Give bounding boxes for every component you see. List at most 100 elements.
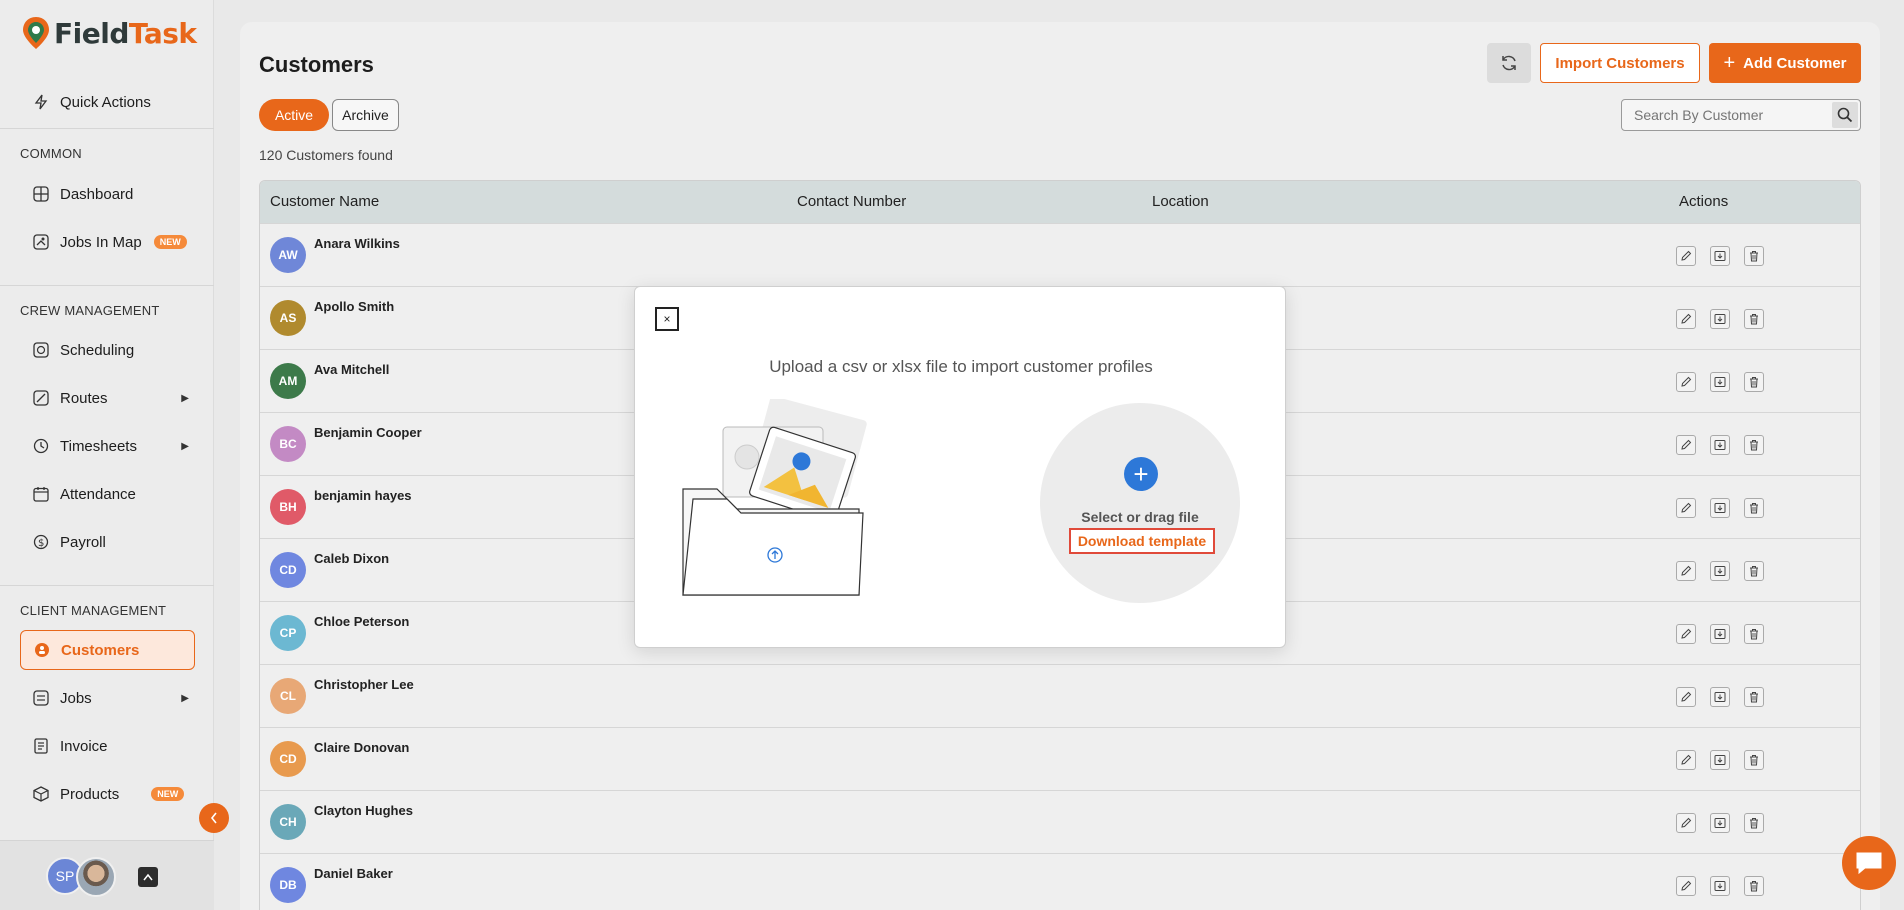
customer-name[interactable]: Clayton Hughes [314,803,413,818]
table-row[interactable]: DB Daniel Baker [260,853,1860,910]
delete-icon[interactable] [1744,246,1764,266]
chevron-up-icon[interactable] [138,867,158,887]
add-customer-button[interactable]: + Add Customer [1709,43,1861,83]
customer-name[interactable]: Daniel Baker [314,866,393,881]
table-row[interactable]: AW Anara Wilkins [260,223,1860,286]
edit-icon[interactable] [1676,372,1696,392]
page-title: Customers [259,52,374,77]
edit-icon[interactable] [1676,876,1696,896]
archive-icon[interactable] [1710,687,1730,707]
edit-icon[interactable] [1676,624,1696,644]
file-drop-zone[interactable]: + Select or drag file Download template [1040,403,1240,603]
user-photo[interactable] [76,857,116,897]
customer-name[interactable]: Claire Donovan [314,740,409,755]
chevron-left-icon [210,812,217,824]
tab-archive[interactable]: Archive [332,99,399,131]
search-input[interactable] [1622,107,1822,123]
customer-name[interactable]: Ava Mitchell [314,362,389,377]
edit-icon[interactable] [1676,687,1696,707]
customer-icon [33,641,51,659]
download-template-link[interactable]: Download template [1069,528,1215,554]
sidebar-item-products[interactable]: Products NEW [20,774,195,814]
refresh-icon [1502,55,1516,71]
table-row[interactable]: CH Clayton Hughes [260,790,1860,853]
sidebar-item-label: Products [60,785,120,803]
quick-actions[interactable]: Quick Actions [20,82,195,122]
table-row[interactable]: CL Christopher Lee [260,664,1860,727]
avatar: AS [270,300,306,336]
sidebar-item-label: Dashboard [60,185,134,203]
delete-icon[interactable] [1744,372,1764,392]
delete-icon[interactable] [1744,561,1764,581]
row-actions [1676,372,1764,392]
column-header: Actions [1679,193,1729,210]
edit-icon[interactable] [1676,435,1696,455]
delete-icon[interactable] [1744,498,1764,518]
delete-icon[interactable] [1744,750,1764,770]
payroll-icon: $ [32,533,50,551]
archive-icon[interactable] [1710,435,1730,455]
svg-text:$: $ [38,538,44,549]
edit-icon[interactable] [1676,750,1696,770]
archive-icon[interactable] [1710,624,1730,644]
search-button[interactable] [1832,102,1858,128]
row-actions [1676,561,1764,581]
collapse-sidebar-button[interactable] [199,803,229,833]
table-row[interactable]: CD Claire Donovan [260,727,1860,790]
sidebar-item-invoice[interactable]: Invoice [20,726,195,766]
customer-name[interactable]: benjamin hayes [314,488,412,503]
refresh-button[interactable] [1487,43,1531,83]
tab-active[interactable]: Active [259,99,329,131]
add-file-icon[interactable]: + [1124,457,1158,491]
archive-icon[interactable] [1710,498,1730,518]
archive-icon[interactable] [1710,246,1730,266]
sidebar-item-attendance[interactable]: Attendance [20,474,195,514]
edit-icon[interactable] [1676,309,1696,329]
archive-icon[interactable] [1710,309,1730,329]
delete-icon[interactable] [1744,435,1764,455]
lightning-icon [32,93,50,111]
row-actions [1676,813,1764,833]
avatar: CD [270,741,306,777]
archive-icon[interactable] [1710,561,1730,581]
customer-name[interactable]: Anara Wilkins [314,236,400,251]
customer-name[interactable]: Christopher Lee [314,677,414,692]
sidebar-item-timesheets[interactable]: Timesheets ▶ [20,426,195,466]
sidebar-item-dashboard[interactable]: Dashboard [20,174,195,214]
section-common: COMMON [20,146,82,161]
column-header: Location [1152,193,1209,210]
customer-name[interactable]: Chloe Peterson [314,614,409,629]
edit-icon[interactable] [1676,246,1696,266]
search-icon [1837,107,1853,123]
delete-icon[interactable] [1744,624,1764,644]
delete-icon[interactable] [1744,813,1764,833]
logo-pin-icon [22,16,50,50]
avatar: BH [270,489,306,525]
import-customers-button[interactable]: Import Customers [1540,43,1700,83]
sidebar-item-jobs[interactable]: Jobs ▶ [20,678,195,718]
archive-icon[interactable] [1710,876,1730,896]
edit-icon[interactable] [1676,813,1696,833]
edit-icon[interactable] [1676,561,1696,581]
delete-icon[interactable] [1744,309,1764,329]
customer-name[interactable]: Benjamin Cooper [314,425,422,440]
close-button[interactable]: × [655,307,679,331]
archive-icon[interactable] [1710,750,1730,770]
clock-icon [32,437,50,455]
chat-button[interactable] [1842,836,1896,890]
customer-name[interactable]: Apollo Smith [314,299,394,314]
sidebar-item-routes[interactable]: Routes ▶ [20,378,195,418]
archive-icon[interactable] [1710,813,1730,833]
new-badge: NEW [151,787,185,801]
sidebar-item-customers[interactable]: Customers [20,630,195,670]
sidebar-item-payroll[interactable]: $ Payroll [20,522,195,562]
archive-icon[interactable] [1710,372,1730,392]
customer-name[interactable]: Caleb Dixon [314,551,389,566]
jobs-icon [32,689,50,707]
sidebar-item-jobs-in-map[interactable]: Jobs In Map NEW [20,222,195,262]
edit-icon[interactable] [1676,498,1696,518]
sidebar-item-scheduling[interactable]: Scheduling [20,330,195,370]
delete-icon[interactable] [1744,876,1764,896]
brand-logo[interactable]: FieldTask [22,16,197,50]
delete-icon[interactable] [1744,687,1764,707]
